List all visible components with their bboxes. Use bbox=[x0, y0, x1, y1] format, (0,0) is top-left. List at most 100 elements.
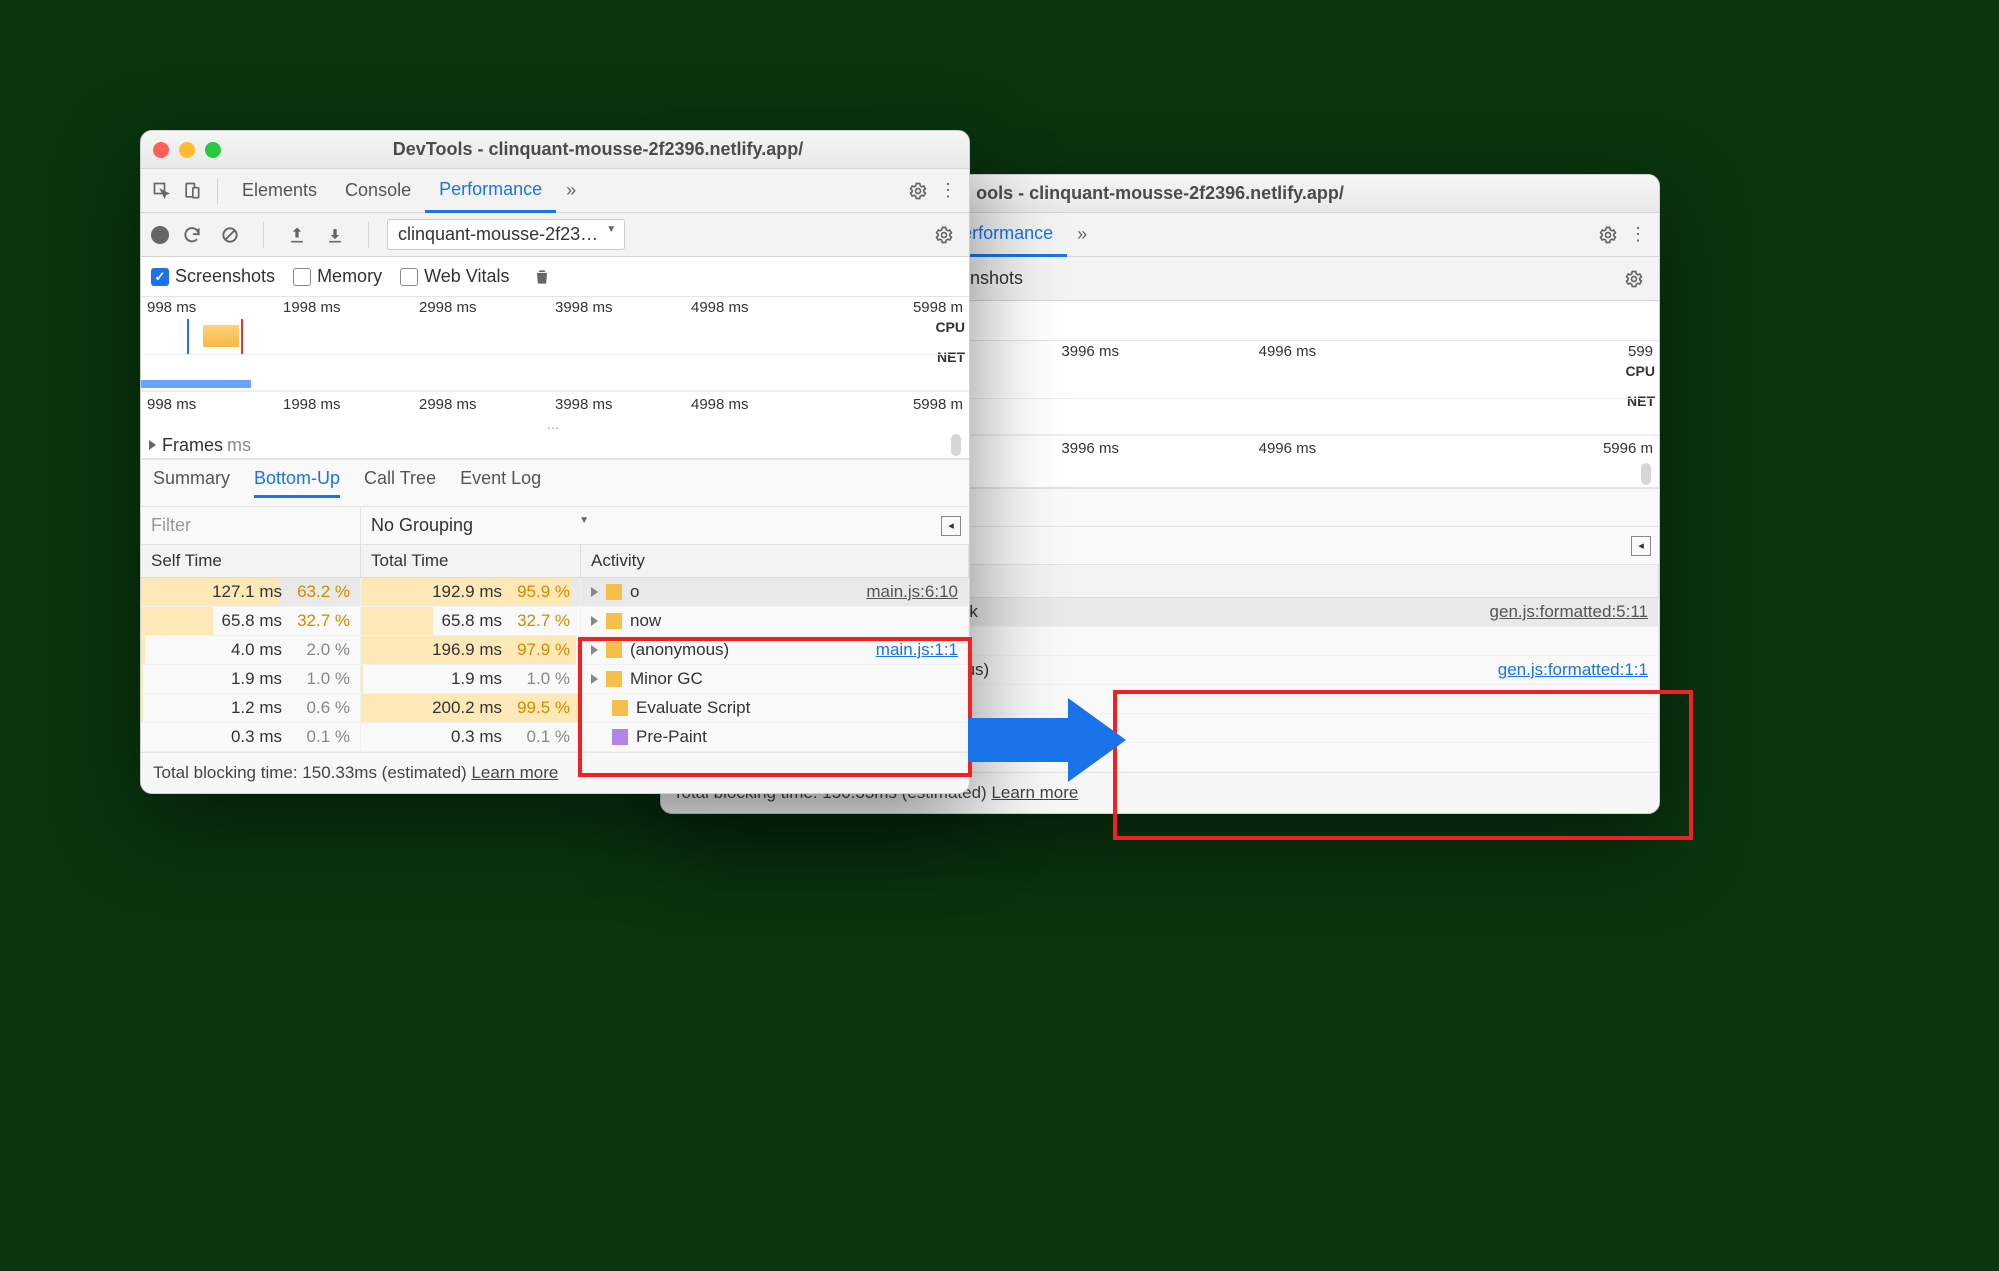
tick: 4998 ms bbox=[691, 396, 827, 413]
tab-elements[interactable]: Elements bbox=[228, 170, 331, 211]
filter-input[interactable]: Filter bbox=[141, 507, 361, 544]
table-header: Self Time Total Time Activity bbox=[141, 545, 969, 578]
trash-icon[interactable] bbox=[527, 262, 557, 292]
clear-icon[interactable] bbox=[215, 220, 245, 250]
tick: 4996 ms bbox=[1259, 343, 1456, 363]
frames-row[interactable]: Frames ms bbox=[141, 432, 969, 459]
table-row[interactable]: 0.3 ms0.1 %0.3 ms0.1 %Pre-Paint bbox=[141, 723, 969, 752]
source-link[interactable]: main.js:6:10 bbox=[866, 582, 958, 602]
table-row[interactable]: 1.9 ms1.0 %1.9 ms1.0 %Minor GC bbox=[141, 665, 969, 694]
table-row[interactable]: 4.0 ms2.0 %196.9 ms97.9 %(anonymous)main… bbox=[141, 636, 969, 665]
subtab-eventlog[interactable]: Event Log bbox=[460, 468, 541, 498]
gear-icon[interactable] bbox=[929, 220, 959, 250]
inspect-icon[interactable] bbox=[147, 176, 177, 206]
timeline-ruler[interactable]: 998 ms 1998 ms 2998 ms 3998 ms 4998 ms 5… bbox=[141, 297, 969, 319]
tick: 998 ms bbox=[147, 396, 283, 413]
perf-toolbar: clinquant-mousse-2f23… bbox=[141, 213, 969, 257]
chevron-right-icon bbox=[591, 645, 598, 655]
close-icon[interactable] bbox=[153, 142, 169, 158]
table-row[interactable]: 65.8 ms32.7 %65.8 ms32.7 %now bbox=[141, 607, 969, 636]
chevron-right-icon bbox=[591, 616, 598, 626]
titlebar: DevTools - clinquant-mousse-2f2396.netli… bbox=[141, 131, 969, 169]
subtab-bottomup[interactable]: Bottom-Up bbox=[254, 468, 340, 498]
record-button[interactable] bbox=[151, 226, 169, 244]
script-icon bbox=[606, 642, 622, 658]
source-link[interactable]: main.js:1:1 bbox=[876, 640, 958, 660]
window-title: DevTools - clinquant-mousse-2f2396.netli… bbox=[239, 139, 957, 160]
tab-console[interactable]: Console bbox=[331, 170, 425, 211]
tick: 4996 ms bbox=[1259, 440, 1456, 457]
scroll-thumb[interactable] bbox=[1641, 463, 1651, 485]
script-icon bbox=[612, 700, 628, 716]
more-tabs-icon[interactable]: » bbox=[556, 176, 586, 206]
overview: 998 ms 1998 ms 2998 ms 3998 ms 4998 ms 5… bbox=[141, 297, 969, 460]
learn-more-link[interactable]: Learn more bbox=[991, 783, 1078, 802]
gear-icon[interactable] bbox=[903, 176, 933, 206]
learn-more-link[interactable]: Learn more bbox=[471, 763, 558, 782]
separator bbox=[263, 222, 264, 248]
site-dropdown[interactable]: clinquant-mousse-2f23… bbox=[387, 219, 625, 250]
subtab-summary[interactable]: Summary bbox=[153, 468, 230, 498]
subtab-calltree[interactable]: Call Tree bbox=[364, 468, 436, 498]
checkbox-icon bbox=[151, 268, 169, 286]
gear-icon[interactable] bbox=[1593, 220, 1623, 250]
label: Memory bbox=[317, 266, 382, 287]
col-selftime[interactable]: Self Time bbox=[141, 545, 361, 577]
download-icon[interactable] bbox=[320, 220, 350, 250]
grouping-dropdown[interactable]: No Grouping bbox=[361, 507, 601, 544]
tick: 3998 ms bbox=[555, 299, 691, 319]
table-row[interactable]: 127.1 ms63.2 %192.9 ms95.9 %omain.js:6:1… bbox=[141, 578, 969, 607]
checkbox-icon bbox=[400, 268, 418, 286]
gear-icon[interactable] bbox=[1619, 264, 1649, 294]
chevron-right-icon bbox=[149, 440, 156, 450]
table-row[interactable]: 1.2 ms0.6 %200.2 ms99.5 %Evaluate Script bbox=[141, 694, 969, 723]
collapse-icon[interactable]: ◂ bbox=[941, 516, 961, 536]
tick: 3996 ms bbox=[1061, 343, 1258, 363]
script-icon bbox=[606, 613, 622, 629]
marker-red bbox=[241, 319, 243, 354]
reload-icon[interactable] bbox=[177, 220, 207, 250]
screenshots-check[interactable]: Screenshots bbox=[151, 266, 275, 287]
col-activity[interactable]: Activity bbox=[581, 545, 969, 577]
tick: 2998 ms bbox=[419, 396, 555, 413]
footer: Total blocking time: 150.33ms (estimated… bbox=[141, 752, 969, 793]
tabs-row: Elements Console Performance » ⋮ bbox=[141, 169, 969, 213]
activity-name: now bbox=[630, 611, 661, 631]
tick: 3996 ms bbox=[1061, 440, 1258, 457]
tick: 3998 ms bbox=[555, 396, 691, 413]
activity-name: Pre-Paint bbox=[636, 727, 707, 747]
upload-icon[interactable] bbox=[282, 220, 312, 250]
frames-label: Frames bbox=[162, 435, 223, 456]
kebab-icon[interactable]: ⋮ bbox=[1623, 220, 1653, 250]
kebab-icon[interactable]: ⋮ bbox=[933, 176, 963, 206]
collapse-icon[interactable]: ◂ bbox=[1631, 536, 1651, 556]
activity-name: Evaluate Script bbox=[636, 698, 750, 718]
activity-name: Minor GC bbox=[630, 669, 703, 689]
source-link[interactable]: gen.js:formatted:1:1 bbox=[1498, 660, 1648, 680]
timeline-ruler-2[interactable]: 998 ms 1998 ms 2998 ms 3998 ms 4998 ms 5… bbox=[141, 391, 969, 417]
ellipsis: … bbox=[141, 417, 969, 432]
net-track[interactable] bbox=[141, 355, 969, 391]
checkbox-icon bbox=[293, 268, 311, 286]
separator bbox=[368, 222, 369, 248]
webvitals-check[interactable]: Web Vitals bbox=[400, 266, 509, 287]
cpu-track[interactable] bbox=[141, 319, 969, 355]
chevron-right-icon bbox=[591, 587, 598, 597]
tick: 5996 m bbox=[1456, 440, 1653, 457]
tick: 5998 m bbox=[827, 299, 963, 319]
col-totaltime[interactable]: Total Time bbox=[361, 545, 581, 577]
device-icon[interactable] bbox=[177, 176, 207, 206]
filter-row: Filter No Grouping ◂ bbox=[141, 507, 969, 545]
activity-name: (anonymous) bbox=[630, 640, 729, 660]
subtabs: Summary Bottom-Up Call Tree Event Log bbox=[141, 460, 969, 507]
zoom-icon[interactable] bbox=[205, 142, 221, 158]
memory-check[interactable]: Memory bbox=[293, 266, 382, 287]
more-tabs-icon[interactable]: » bbox=[1067, 220, 1097, 250]
tick: 599 bbox=[1456, 343, 1653, 363]
tab-performance[interactable]: Performance bbox=[425, 169, 556, 213]
source-link[interactable]: gen.js:formatted:5:11 bbox=[1490, 602, 1648, 622]
flame-region bbox=[203, 325, 239, 347]
scroll-thumb[interactable] bbox=[951, 434, 961, 456]
label: Web Vitals bbox=[424, 266, 509, 287]
minimize-icon[interactable] bbox=[179, 142, 195, 158]
